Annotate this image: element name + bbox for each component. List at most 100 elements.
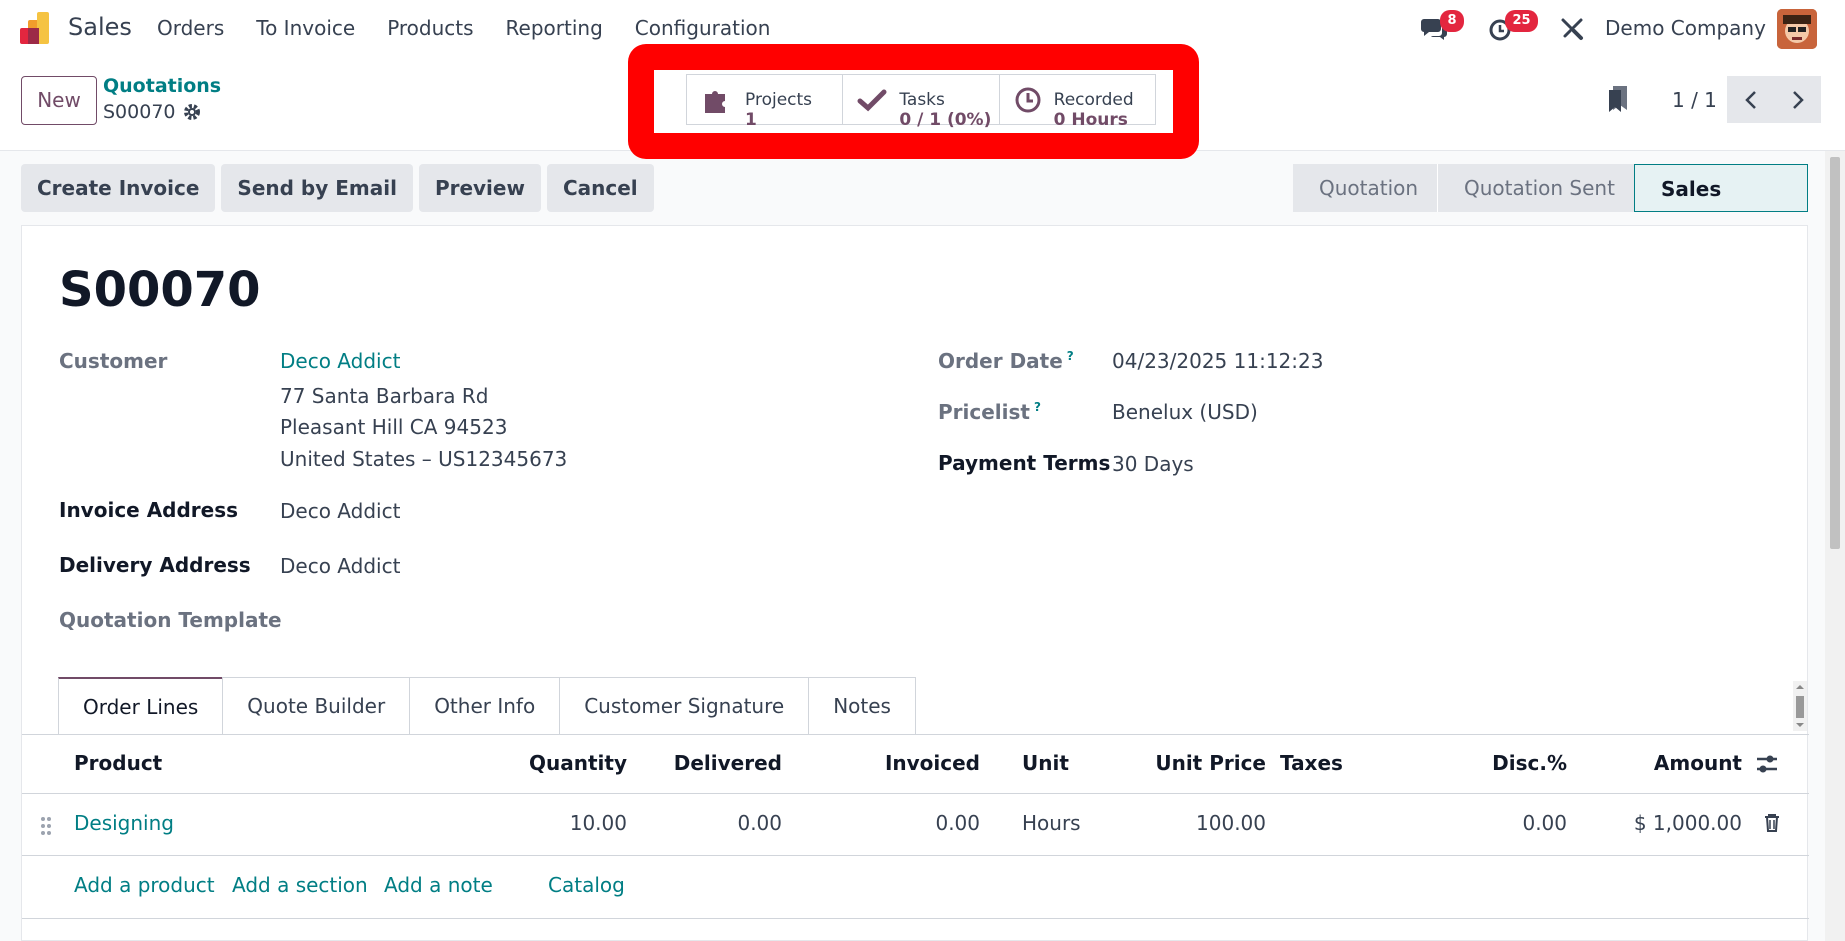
menu-to-invoice[interactable]: To Invoice <box>256 16 355 40</box>
pager-previous-button[interactable] <box>1727 76 1774 123</box>
help-tooltip-icon[interactable]: ? <box>1034 400 1041 414</box>
status-quotation[interactable]: Quotation <box>1293 164 1437 212</box>
row-unit[interactable]: Hours <box>1022 811 1081 835</box>
customer-label: Customer <box>59 349 168 373</box>
preview-button[interactable]: Preview <box>418 164 541 212</box>
smart-button-recorded[interactable]: Recorded 0 Hours <box>1000 75 1155 130</box>
tab-other-info[interactable]: Other Info <box>409 677 561 734</box>
main-menu: Orders To Invoice Products Reporting Con… <box>157 16 802 40</box>
tabs-scrollbar[interactable] <box>1793 681 1807 731</box>
tab-quote-builder[interactable]: Quote Builder <box>222 677 411 734</box>
breadcrumb-current: S00070 <box>103 101 176 123</box>
smart-button-label: Projects <box>745 89 813 110</box>
row-amount: $ 1,000.00 <box>1633 811 1742 835</box>
address-line1: 77 Santa Barbara Rd <box>280 384 489 408</box>
help-tooltip-icon[interactable]: ? <box>1067 349 1074 363</box>
smart-button-value: 0 / 1 (0%) <box>899 109 992 130</box>
order-date-field[interactable]: 04/23/2025 11:12:23 <box>1112 349 1323 373</box>
menu-orders[interactable]: Orders <box>157 16 224 40</box>
app-name[interactable]: Sales <box>68 13 132 41</box>
column-amount[interactable]: Amount <box>1572 751 1742 775</box>
clock-icon <box>1015 87 1041 112</box>
add-note-link[interactable]: Add a note <box>384 873 493 897</box>
delivery-address-field[interactable]: Deco Addict <box>280 554 400 578</box>
column-delivered[interactable]: Delivered <box>622 751 782 775</box>
status-bar: Quotation Quotation Sent Sales Order <box>1293 164 1808 249</box>
new-button[interactable]: New <box>21 76 97 125</box>
column-product[interactable]: Product <box>74 751 162 775</box>
send-by-email-button[interactable]: Send by Email <box>221 164 413 212</box>
bookmark-icon[interactable] <box>1607 86 1629 116</box>
row-product[interactable]: Designing <box>74 811 174 835</box>
smart-button-value: 1 <box>745 109 757 130</box>
table-row[interactable]: Designing 10.00 0.00 0.00 Hours 100.00 0… <box>22 794 1809 856</box>
column-invoiced[interactable]: Invoiced <box>822 751 980 775</box>
column-taxes[interactable]: Taxes <box>1280 751 1343 775</box>
debug-tools-icon[interactable] <box>1560 17 1584 41</box>
optional-columns-icon[interactable] <box>1755 754 1779 774</box>
address-line2: Pleasant Hill CA 94523 <box>280 415 508 439</box>
invoice-address-field[interactable]: Deco Addict <box>280 499 400 523</box>
puzzle-icon <box>705 90 725 113</box>
smart-button-value: 0 Hours <box>1053 109 1128 130</box>
trash-icon[interactable] <box>1764 813 1780 833</box>
table-header: Product Quantity Delivered Invoiced Unit… <box>22 735 1809 794</box>
page-scrollbar-thumb[interactable] <box>1830 157 1840 549</box>
tab-order-lines[interactable]: Order Lines <box>58 677 224 734</box>
smart-buttons: Projects 1 Tasks 0 / 1 (0%) Recorded 0 H… <box>686 74 1156 130</box>
smart-button-label: Tasks <box>899 89 945 110</box>
menu-reporting[interactable]: Reporting <box>506 16 603 40</box>
smart-button-tasks[interactable]: Tasks 0 / 1 (0%) <box>843 75 1000 130</box>
activities-badge: 25 <box>1505 10 1538 32</box>
order-date-label: Order Date? <box>938 349 1074 373</box>
row-quantity[interactable]: 10.00 <box>472 811 627 835</box>
catalog-link[interactable]: Catalog <box>548 873 625 897</box>
quotation-template-label: Quotation Template <box>59 608 282 632</box>
create-invoice-button[interactable]: Create Invoice <box>21 164 216 212</box>
menu-products[interactable]: Products <box>387 16 473 40</box>
messages-badge: 8 <box>1440 10 1464 32</box>
user-avatar[interactable] <box>1777 9 1817 49</box>
status-sales-order[interactable]: Sales Order <box>1634 164 1808 249</box>
invoice-address-label: Invoice Address <box>59 498 239 522</box>
action-buttons: Create Invoice Send by Email Preview Can… <box>21 164 660 212</box>
gear-icon[interactable] <box>182 102 202 122</box>
notebook-tabs: Order Lines Quote Builder Other Info Cus… <box>58 677 916 734</box>
chevron-left-icon <box>1744 90 1756 109</box>
address-line3: United States – US12345673 <box>280 447 568 471</box>
customer-link[interactable]: Deco Addict <box>280 349 400 373</box>
add-section-link[interactable]: Add a section <box>232 873 368 897</box>
page-scrollbar[interactable] <box>1825 151 1845 941</box>
chevron-right-icon <box>1792 90 1804 109</box>
menu-configuration[interactable]: Configuration <box>635 16 771 40</box>
smart-button-label: Recorded <box>1053 89 1134 110</box>
pager-value[interactable]: 1 / 1 <box>1672 88 1717 112</box>
pricelist-label: Pricelist? <box>938 400 1041 424</box>
column-unit-price[interactable]: Unit Price <box>1082 751 1266 775</box>
breadcrumb-quotations[interactable]: Quotations <box>103 75 221 97</box>
pricelist-field[interactable]: Benelux (USD) <box>1112 400 1258 424</box>
tab-notes[interactable]: Notes <box>808 677 916 734</box>
drag-handle-icon[interactable] <box>40 816 52 836</box>
app-logo-icon[interactable] <box>20 12 54 44</box>
row-invoiced: 0.00 <box>935 811 980 835</box>
add-product-link[interactable]: Add a product <box>74 873 215 897</box>
cancel-button[interactable]: Cancel <box>546 164 654 212</box>
avatar-face-icon <box>1777 9 1817 49</box>
status-quotation-sent[interactable]: Quotation Sent <box>1437 164 1634 212</box>
check-icon <box>857 89 887 111</box>
column-discount[interactable]: Disc.% <box>1402 751 1567 775</box>
row-delivered[interactable]: 0.00 <box>622 811 782 835</box>
form-sheet: S00070 Customer Deco Addict 77 Santa Bar… <box>21 225 1809 941</box>
add-line-row: Add a product Add a section Add a note C… <box>22 856 1809 919</box>
smart-button-projects[interactable]: Projects 1 <box>687 75 844 130</box>
pager-next-button[interactable] <box>1774 76 1821 123</box>
payment-terms-field[interactable]: 30 Days <box>1112 452 1194 476</box>
record-title: S00070 <box>59 262 261 318</box>
row-discount[interactable]: 0.00 <box>1402 811 1567 835</box>
column-quantity[interactable]: Quantity <box>472 751 627 775</box>
tab-customer-signature[interactable]: Customer Signature <box>559 677 810 734</box>
column-unit[interactable]: Unit <box>1022 751 1069 775</box>
company-switcher[interactable]: Demo Company <box>1605 16 1766 40</box>
row-unit-price[interactable]: 100.00 <box>1082 811 1266 835</box>
